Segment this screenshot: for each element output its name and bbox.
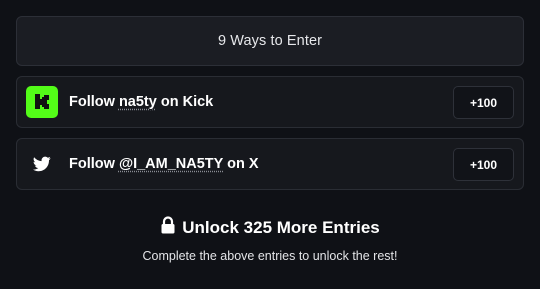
entry-follow-kick[interactable]: Follow na5ty on Kick +100 — [16, 76, 524, 128]
giveaway-entries-panel: 9 Ways to Enter Follow na5ty on Kick +10… — [0, 0, 540, 289]
entry-prefix: Follow — [69, 94, 119, 110]
x-handle-link[interactable]: @I_AM_NA5TY — [119, 156, 223, 172]
entry-label: Follow na5ty on Kick — [69, 94, 213, 110]
points-button[interactable]: +100 — [453, 148, 514, 181]
lock-icon — [160, 216, 176, 239]
kick-logo-icon — [26, 86, 58, 118]
entry-suffix: on X — [223, 156, 259, 172]
points-button[interactable]: +100 — [453, 86, 514, 119]
unlock-title: Unlock 325 More Entries — [182, 217, 380, 237]
ways-to-enter-header[interactable]: 9 Ways to Enter — [16, 16, 524, 66]
unlock-subtitle: Complete the above entries to unlock the… — [142, 249, 398, 263]
entry-prefix: Follow — [69, 156, 119, 172]
unlock-heading: Unlock 325 More Entries — [0, 216, 540, 239]
twitter-bird-icon — [26, 148, 58, 180]
ways-to-enter-title: 9 Ways to Enter — [217, 33, 323, 49]
entry-suffix: on Kick — [156, 94, 214, 110]
entry-label: Follow @I_AM_NA5TY on X — [69, 156, 259, 172]
entry-follow-x[interactable]: Follow @I_AM_NA5TY on X +100 — [16, 138, 524, 190]
kick-handle-link[interactable]: na5ty — [119, 94, 157, 110]
